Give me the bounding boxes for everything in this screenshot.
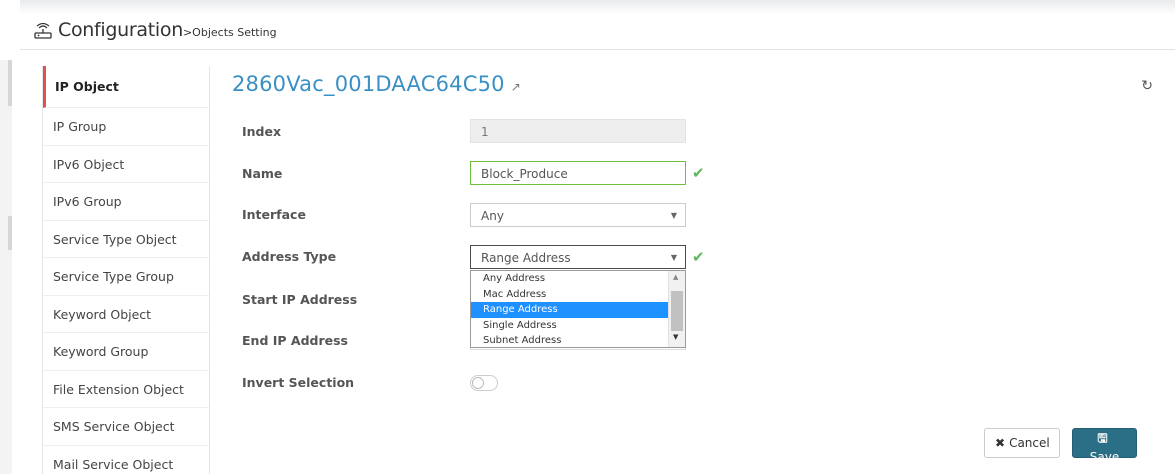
dropdown-option[interactable]: Subnet Address	[471, 333, 668, 349]
left-strip-marker	[8, 60, 12, 106]
name-field[interactable]: Block_Produce	[470, 161, 686, 185]
sidebar-item-service-type-object[interactable]: Service Type Object	[43, 221, 209, 258]
device-title: 2860Vac_001DAAC64C50 ↗	[232, 72, 521, 96]
sidebar-item-sms-service-object[interactable]: SMS Service Object	[43, 408, 209, 446]
interface-label: Interface	[242, 207, 306, 222]
sidebar-item-ip-group[interactable]: IP Group	[43, 108, 209, 146]
save-button[interactable]: 🖫 Save	[1072, 428, 1137, 464]
refresh-icon[interactable]: ↻	[1141, 78, 1153, 94]
interface-select[interactable]: Any ▼	[470, 203, 686, 227]
sidebar-item-mail-service-object[interactable]: Mail Service Object	[43, 446, 209, 474]
chevron-down-icon: ▼	[670, 211, 677, 220]
dropdown-option[interactable]: Mac Address	[471, 287, 668, 303]
device-name: 2860Vac_001DAAC64C50	[232, 72, 505, 96]
check-icon: ✔	[692, 248, 705, 266]
sidebar-item-ip-object[interactable]: IP Object	[43, 66, 209, 108]
save-button-label: Save	[1089, 450, 1120, 464]
page-header: Configuration>Objects Setting	[20, 14, 1175, 50]
scrollbar-thumb[interactable]	[671, 291, 683, 331]
address-type-label: Address Type	[242, 249, 337, 264]
address-type-select[interactable]: Range Address ▼	[470, 245, 686, 269]
toggle-knob	[472, 377, 484, 389]
start-ip-label: Start IP Address	[242, 292, 358, 307]
index-field: 1	[470, 119, 686, 143]
sidebar-item-file-extension-object[interactable]: File Extension Object	[43, 371, 209, 408]
end-ip-label: End IP Address	[242, 333, 348, 348]
check-icon: ✔	[692, 164, 705, 182]
sidebar-item-ipv6-group[interactable]: IPv6 Group	[43, 183, 209, 221]
cancel-button[interactable]: ✖ Cancel	[984, 428, 1060, 458]
left-edge-strip	[0, 60, 12, 474]
scroll-up-icon[interactable]: ▲	[673, 273, 678, 281]
left-strip-marker	[8, 216, 12, 250]
dropdown-option[interactable]: Any Address	[471, 271, 668, 287]
invert-selection-label: Invert Selection	[242, 375, 355, 390]
scroll-down-icon[interactable]: ▼	[673, 333, 678, 341]
breadcrumb: >Objects Setting	[182, 26, 277, 39]
cancel-button-label: Cancel	[1009, 436, 1050, 450]
dropdown-scrollbar[interactable]: ▲ ▼	[668, 271, 685, 347]
dropdown-option-selected[interactable]: Range Address	[471, 302, 668, 318]
dropdown-option[interactable]: Single Address	[471, 318, 668, 334]
interface-value: Any	[481, 209, 504, 223]
index-label: Index	[242, 124, 282, 139]
invert-selection-toggle[interactable]	[470, 375, 498, 391]
top-bar-shade	[20, 0, 1175, 14]
floppy-disk-icon: 🖫	[1097, 431, 1108, 445]
page-title: Configuration>Objects Setting	[58, 19, 277, 41]
address-type-dropdown[interactable]: Any Address Mac Address Range Address Si…	[470, 270, 686, 348]
sidebar-item-keyword-group[interactable]: Keyword Group	[43, 333, 209, 371]
external-link-icon[interactable]: ↗	[511, 80, 521, 94]
main-panel: 2860Vac_001DAAC64C50 ↗ ↻ Index 1 Name Blo…	[210, 60, 1175, 474]
chevron-down-icon: ▼	[670, 253, 677, 262]
object-sidebar: IP Object IP Group IPv6 Object IPv6 Grou…	[42, 66, 210, 474]
address-type-value: Range Address	[481, 251, 571, 265]
sidebar-item-service-type-group[interactable]: Service Type Group	[43, 258, 209, 296]
name-label: Name	[242, 166, 283, 181]
top-bar	[0, 0, 1175, 14]
router-icon	[34, 23, 52, 39]
sidebar-item-keyword-object[interactable]: Keyword Object	[43, 296, 209, 333]
sidebar-item-ipv6-object[interactable]: IPv6 Object	[43, 146, 209, 183]
page-title-text: Configuration	[58, 19, 183, 41]
close-icon: ✖	[995, 436, 1006, 450]
